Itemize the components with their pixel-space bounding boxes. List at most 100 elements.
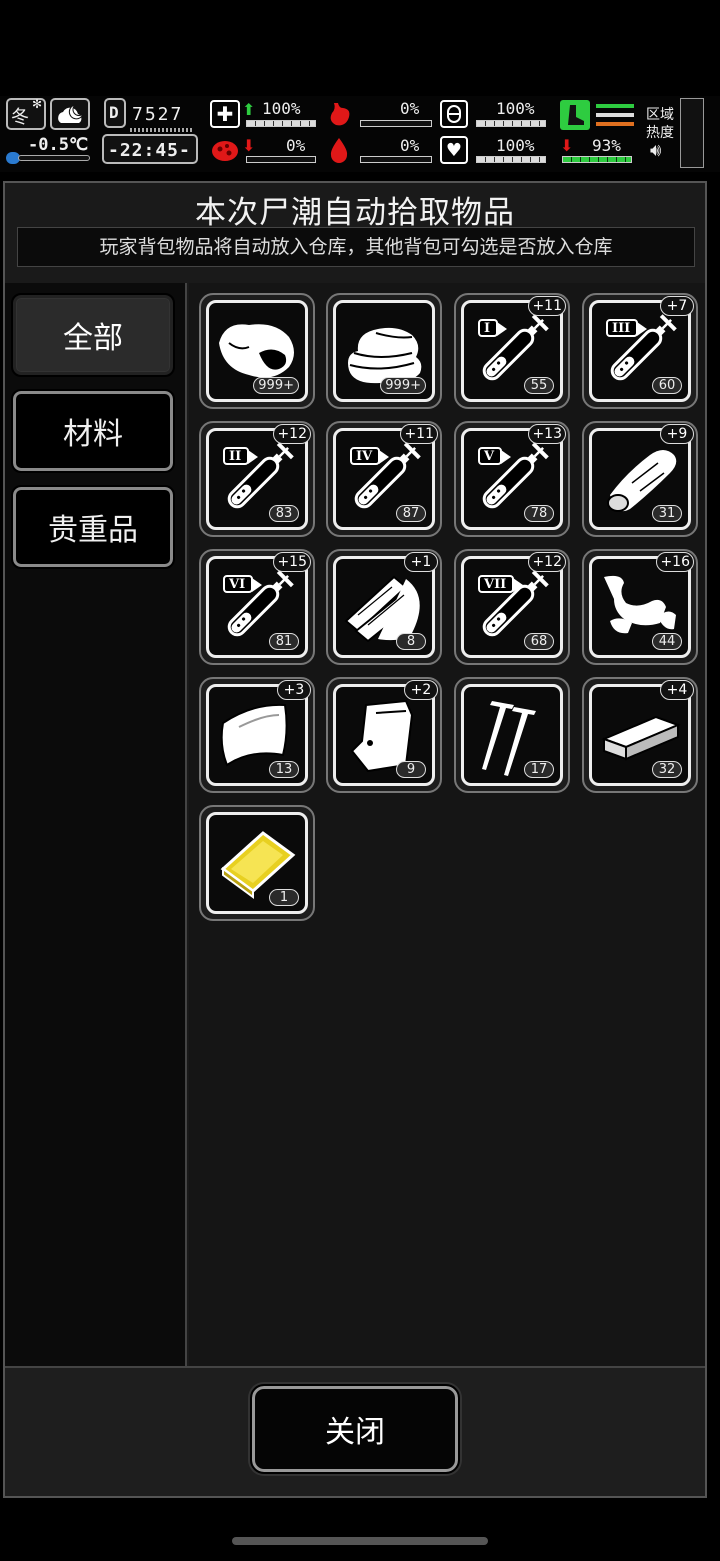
health-bar — [246, 120, 316, 127]
item-count: 44 — [652, 633, 682, 650]
item-bonus-badge: +4 — [660, 680, 694, 700]
tab-materials[interactable]: 材料 — [11, 389, 175, 473]
clock-box: -22:45- — [102, 134, 198, 164]
item-slot[interactable]: 17 — [454, 677, 570, 793]
item-slot[interactable]: 44 +16 — [582, 549, 698, 665]
item-count: 1 — [269, 889, 299, 906]
item-count: 55 — [524, 377, 554, 394]
item-count: 81 — [269, 633, 299, 650]
dialog-footer: 关闭 — [5, 1366, 705, 1496]
clock-readout: -22:45- — [108, 140, 191, 161]
item-count: 83 — [269, 505, 299, 522]
item-bonus-badge: +3 — [277, 680, 311, 700]
item-slot[interactable]: 999+ — [326, 293, 442, 409]
season-label: 冬 — [11, 107, 29, 128]
item-slot[interactable]: V 78 +13 — [454, 421, 570, 537]
blood-drop-icon — [324, 136, 354, 164]
tab-all[interactable]: 全部 — [11, 293, 175, 377]
armor-value: 100% — [496, 99, 535, 118]
category-sidebar: 全部 材料 贵重品 — [5, 283, 187, 1366]
item-count: 8 — [396, 633, 426, 650]
cloudy-night-icon — [58, 104, 85, 123]
item-tier-badge: II — [223, 447, 259, 465]
item-slot[interactable]: 9 +2 — [326, 677, 442, 793]
item-grid: 999+ 999+ I 55 +11 III 60 +7 II 83 +12 IV 87 +11 V 78 +1… — [189, 283, 705, 1366]
close-button[interactable]: 关闭 — [250, 1384, 460, 1474]
close-button-label: 关闭 — [325, 1415, 385, 1450]
item-slot[interactable]: 13 +3 — [199, 677, 315, 793]
item-bonus-badge: +12 — [528, 552, 566, 572]
item-bonus-badge: +9 — [660, 424, 694, 444]
stamina-lines — [596, 104, 634, 128]
speaker-icon[interactable]: 🔊︎ — [650, 140, 661, 161]
item-tier-badge: VII — [478, 575, 524, 593]
item-count: 87 — [396, 505, 426, 522]
item-slot[interactable]: 1 — [199, 805, 315, 921]
stomach-icon — [324, 100, 354, 128]
item-slot[interactable]: II 83 +12 — [199, 421, 315, 537]
item-slot[interactable]: III 60 +7 — [582, 293, 698, 409]
item-slot[interactable]: VI 81 +15 — [199, 549, 315, 665]
armor-bar — [476, 120, 546, 127]
item-frame: 999+ — [333, 300, 435, 402]
hunger-value: 0% — [400, 99, 420, 118]
hunger-bar — [360, 120, 432, 127]
item-frame: 999+ — [206, 300, 308, 402]
item-count: 31 — [652, 505, 682, 522]
infection-value: 0% — [286, 136, 306, 155]
day-counter: 7527 — [132, 104, 184, 125]
item-slot[interactable]: 8 +1 — [326, 549, 442, 665]
thermometer-bar — [6, 152, 90, 164]
zone-label: 区域 — [646, 107, 674, 123]
tab-materials-label: 材料 — [63, 417, 123, 452]
status-hud: 冬 ✻ -0.5℃ D 7527 -22:45- ✚ ⬆ 100% ⬇ 0% 0… — [0, 96, 720, 172]
item-slot[interactable]: 31 +9 — [582, 421, 698, 537]
item-bonus-badge: +15 — [273, 552, 311, 572]
mood-bar — [476, 156, 546, 163]
medkit-icon: ✚ — [210, 100, 240, 128]
item-slot[interactable]: 32 +4 — [582, 677, 698, 793]
stamina-value: 93% — [592, 136, 621, 155]
item-bonus-badge: +16 — [656, 552, 694, 572]
auto-pickup-dialog: 本次尸潮自动拾取物品 玩家背包物品将自动放入仓库，其他背包可勾选是否放入仓库 全… — [3, 181, 707, 1498]
mood-value: 100% — [496, 136, 535, 155]
home-indicator[interactable] — [232, 1537, 488, 1545]
item-count: 999+ — [380, 377, 426, 394]
tab-all-label: 全部 — [63, 321, 123, 356]
item-tier-badge: III — [606, 319, 648, 337]
item-frame: 17 — [461, 684, 563, 786]
arrow-down-icon: ⬇ — [242, 136, 256, 155]
arrow-up-icon: ⬆ — [242, 100, 256, 119]
item-slot[interactable]: VII 68 +12 — [454, 549, 570, 665]
item-bonus-badge: +11 — [400, 424, 438, 444]
bleeding-value: 0% — [400, 136, 420, 155]
season-box: 冬 ✻ — [6, 97, 46, 130]
item-count: 9 — [396, 761, 426, 778]
armor-icon — [440, 100, 468, 128]
item-tier-badge: VI — [223, 575, 263, 593]
item-count: 999+ — [253, 377, 299, 394]
item-bonus-badge: +11 — [528, 296, 566, 316]
day-box: D — [104, 98, 126, 128]
weather-box — [50, 98, 90, 130]
dialog-subtitle: 玩家背包物品将自动放入仓库，其他背包可勾选是否放入仓库 — [17, 227, 695, 267]
bleeding-bar — [360, 156, 432, 163]
health-value: 100% — [262, 99, 301, 118]
item-bonus-badge: +13 — [528, 424, 566, 444]
tab-valuables[interactable]: 贵重品 — [11, 485, 175, 569]
item-count: 68 — [524, 633, 554, 650]
virus-icon — [210, 136, 240, 164]
item-slot[interactable]: I 55 +11 — [454, 293, 570, 409]
zone-heat-meter — [680, 98, 704, 168]
item-slot[interactable]: IV 87 +11 — [326, 421, 442, 537]
boot-icon — [560, 100, 590, 130]
heat-label: 热度 — [646, 125, 674, 141]
stamina-bar — [562, 156, 632, 163]
snow-icon: ✻ — [32, 97, 43, 111]
item-slot[interactable]: 999+ — [199, 293, 315, 409]
item-tier-badge: V — [478, 447, 512, 465]
item-count: 17 — [524, 761, 554, 778]
stamina-down-icon: ⬇ — [560, 136, 574, 155]
item-count: 60 — [652, 377, 682, 394]
infection-bar — [246, 156, 316, 163]
